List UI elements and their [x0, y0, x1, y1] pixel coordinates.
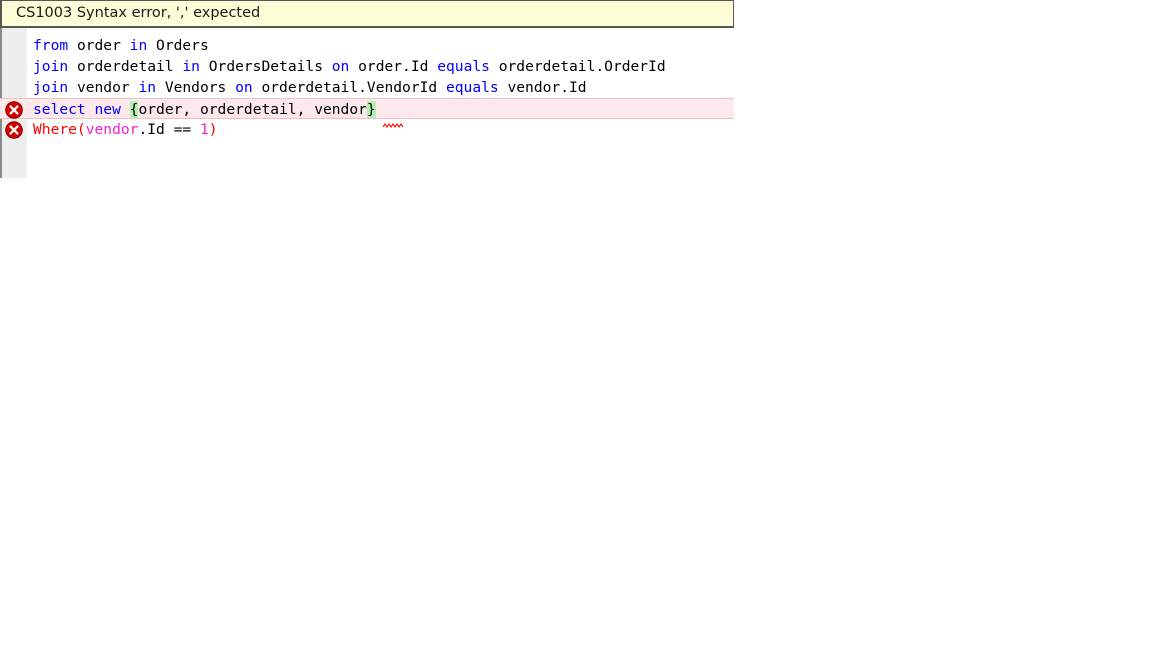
code-token: in	[182, 58, 200, 75]
code-token: OrdersDetails	[199, 58, 332, 75]
code-token: in	[129, 37, 148, 54]
code-token: .Id ==	[138, 121, 200, 138]
code-token: orderdetail.VendorId	[252, 79, 446, 96]
error-tooltip: CS1003 Syntax error, ',' expected	[0, 0, 734, 28]
code-token: join	[33, 79, 69, 96]
code-token: in	[138, 79, 157, 96]
error-squiggle-underline	[382, 113, 404, 128]
code-token: )	[208, 121, 218, 138]
code-line[interactable]: select new {order, orderdetail, vendor}	[0, 98, 734, 128]
code-token: orderdetail.OrderId	[489, 58, 666, 75]
code-token: equals	[445, 79, 499, 96]
code-token: vendor	[85, 121, 139, 138]
code-token: on	[331, 58, 350, 75]
code-token: }	[366, 101, 376, 118]
code-token: order.Id	[349, 58, 438, 75]
code-token: select	[33, 101, 86, 118]
code-token: Vendors	[156, 79, 236, 96]
code-token: from	[33, 37, 69, 54]
code-token: order	[68, 37, 130, 54]
code-token: orderdetail	[68, 58, 183, 75]
error-circle-x-icon[interactable]	[5, 121, 23, 139]
error-circle-x-icon[interactable]	[5, 101, 23, 119]
code-line-text: join orderdetail in OrdersDetails on ord…	[33, 56, 666, 77]
code-token: order, orderdetail, vendor	[138, 101, 367, 118]
code-token: on	[235, 79, 253, 96]
code-token: equals	[437, 58, 490, 75]
code-token: Where(	[33, 121, 86, 138]
code-token: new	[94, 101, 121, 118]
code-token: vendor.Id	[498, 79, 587, 96]
code-token: join	[33, 58, 69, 75]
error-message-text: CS1003 Syntax error, ',' expected	[16, 5, 261, 22]
code-line-text: select new {order, orderdetail, vendor}	[33, 99, 376, 120]
code-token: 1	[199, 121, 209, 138]
code-editor[interactable]: from order in Orders join orderdetail in …	[0, 28, 1152, 648]
code-line-text: Where(vendor.Id == 1)	[33, 119, 218, 140]
code-line-text: from order in Orders	[33, 35, 209, 56]
code-token: vendor	[68, 79, 139, 96]
code-token: Orders	[147, 37, 209, 54]
code-line-text: join vendor in Vendors on orderdetail.Ve…	[33, 77, 587, 98]
